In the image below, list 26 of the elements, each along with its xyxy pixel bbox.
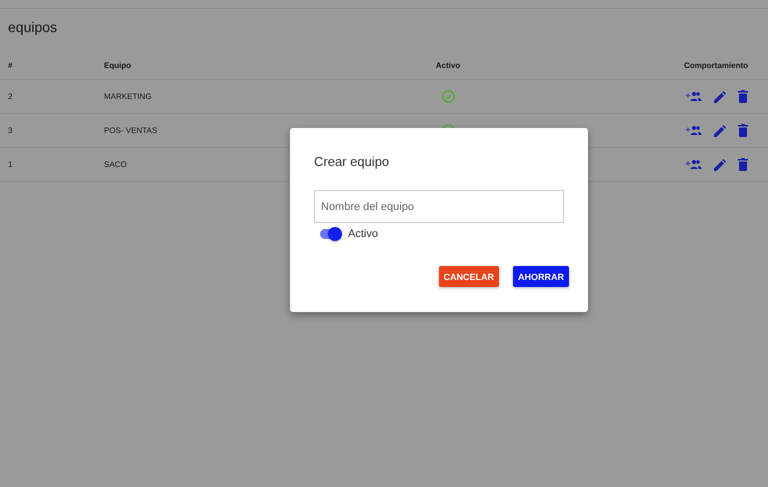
column-header: Equipo <box>104 60 132 70</box>
add-group-icon[interactable] <box>686 125 702 136</box>
name-field[interactable]: Nombre del equipo <box>314 190 564 223</box>
cancel-button[interactable]: CANCELAR <box>438 266 499 287</box>
table-cell: SACO <box>104 160 127 169</box>
page-title: equipos <box>8 19 58 37</box>
column-header: # <box>8 60 12 70</box>
table-cell: 2 <box>8 92 12 101</box>
toggle-label: Activo <box>348 228 378 240</box>
trash-icon[interactable] <box>738 124 748 137</box>
dialog-title: Crear equipo <box>314 154 390 169</box>
column-header: Comportamiento <box>684 60 748 70</box>
table-cell: 1 <box>8 160 12 169</box>
save-button[interactable]: AHORRAR <box>513 266 569 287</box>
trash-icon[interactable] <box>738 158 748 171</box>
add-group-icon[interactable] <box>686 91 702 102</box>
edit-icon[interactable] <box>714 124 726 136</box>
table-cell: MARKETING <box>104 92 152 101</box>
edit-icon[interactable] <box>714 158 726 170</box>
trash-icon[interactable] <box>738 90 748 103</box>
table-cell: 3 <box>8 126 12 135</box>
table-cell: POS- VENTAS <box>104 126 158 135</box>
add-group-icon[interactable] <box>686 159 702 170</box>
toggle-switch[interactable] <box>320 229 340 239</box>
edit-icon[interactable] <box>714 90 726 102</box>
column-header: Activo <box>436 60 460 70</box>
